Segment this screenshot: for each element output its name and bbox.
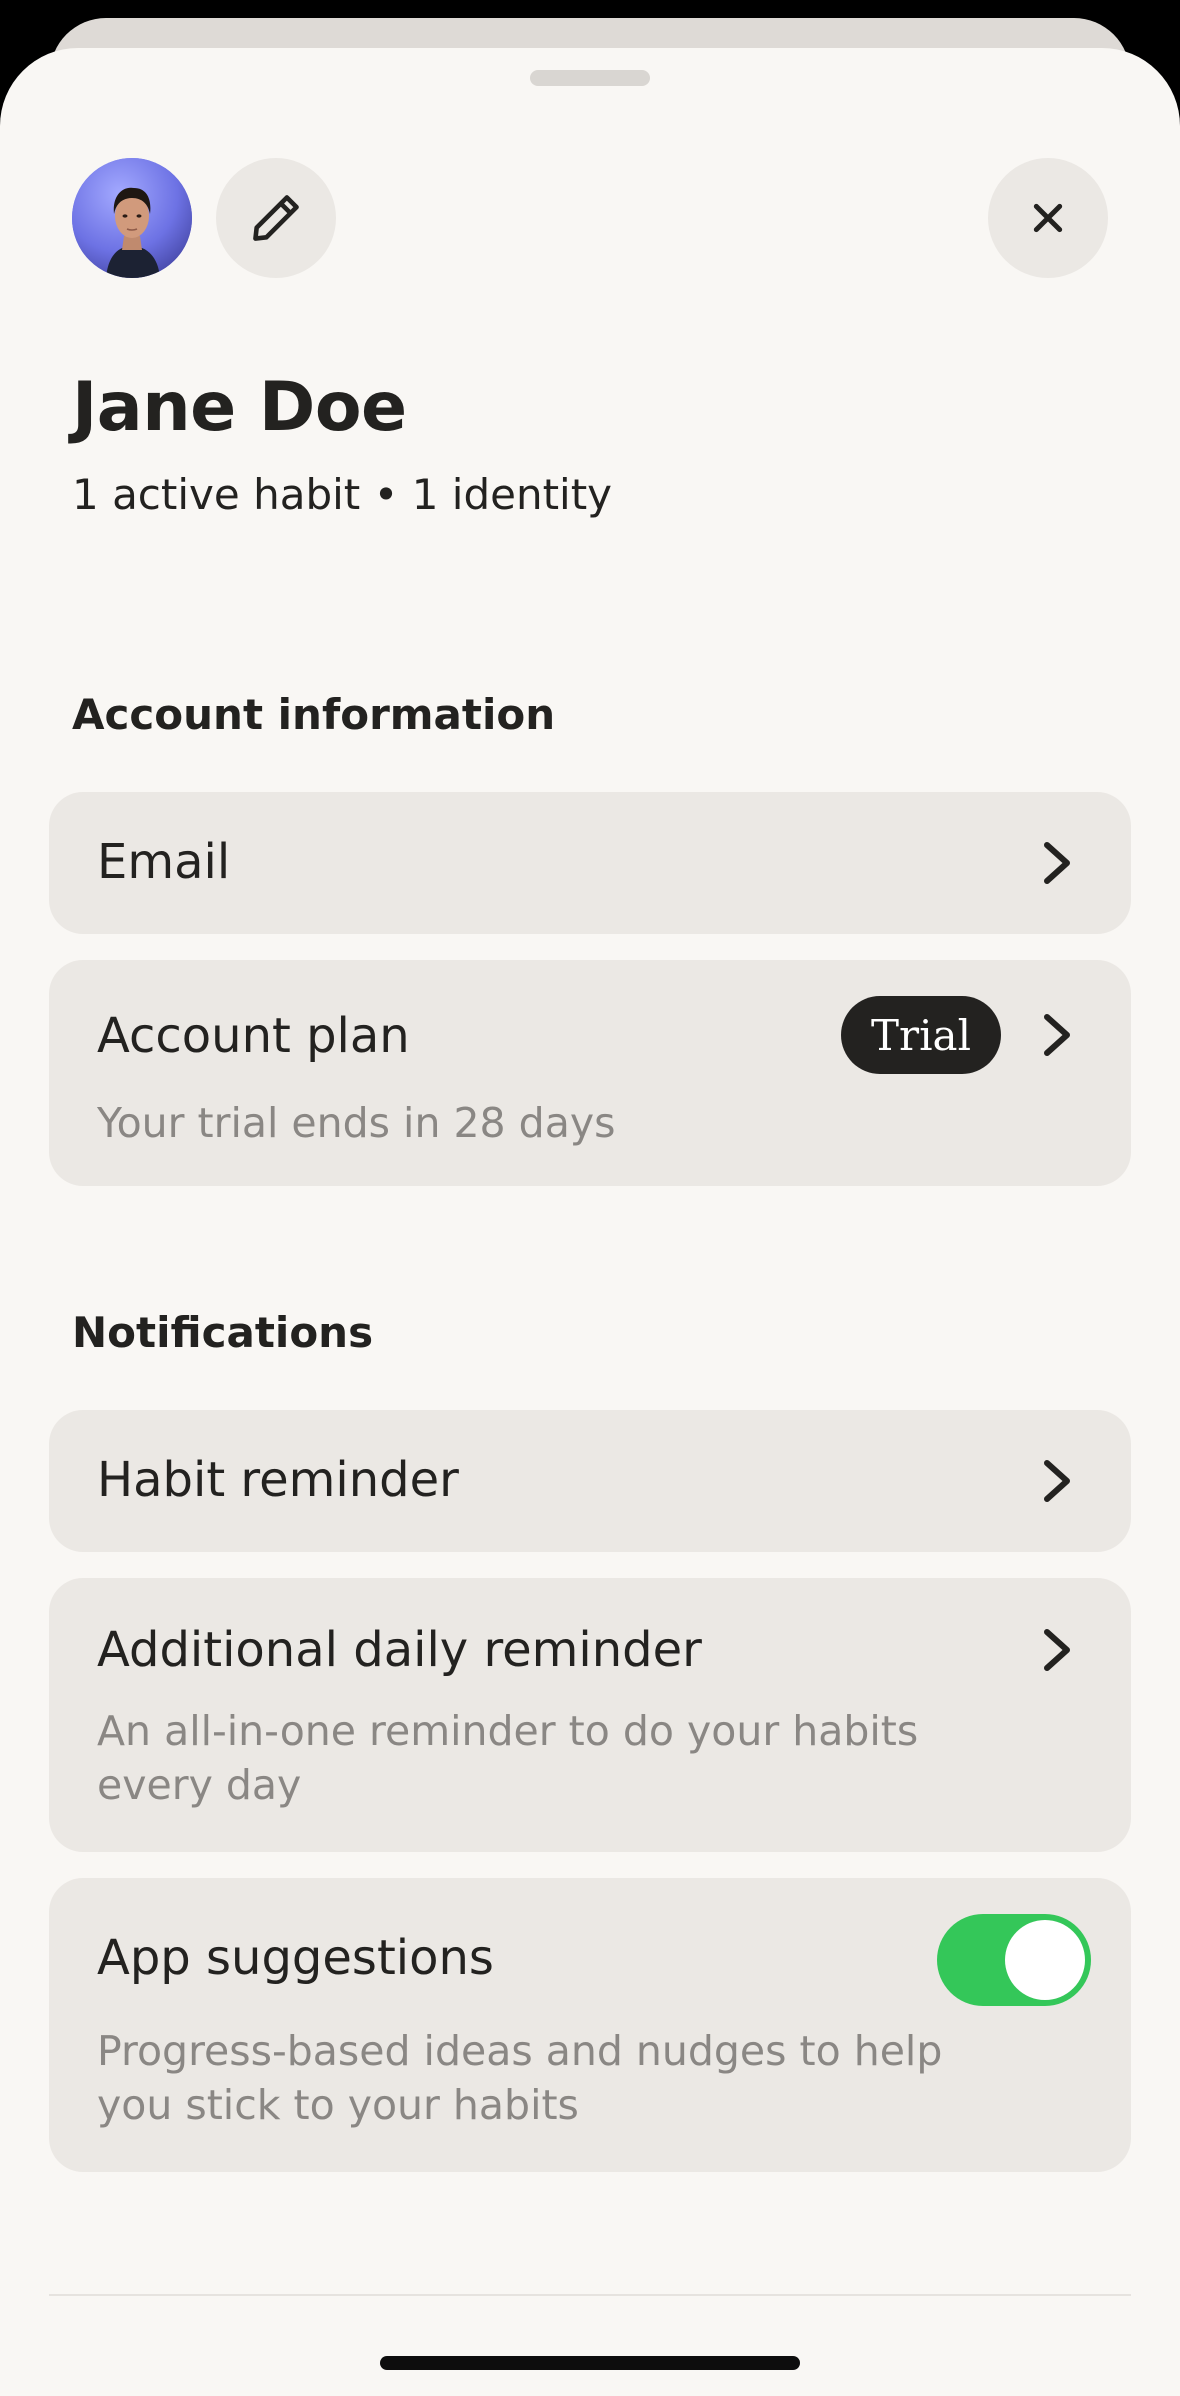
- app-suggestions-subtitle: Progress-based ideas and nudges to help …: [97, 2027, 943, 2129]
- app-suggestions-label: App suggestions: [97, 1930, 494, 1986]
- toggle-knob: [1005, 1920, 1085, 2000]
- user-photo: [72, 158, 192, 278]
- close-icon: [1033, 203, 1063, 233]
- habit-reminder-label: Habit reminder: [97, 1452, 459, 1508]
- account-plan-subtitle: Your trial ends in 28 days: [97, 1099, 616, 1147]
- notifications-section-title: Notifications: [72, 1308, 374, 1357]
- app-suggestions-toggle[interactable]: [937, 1914, 1091, 2006]
- chevron-right-icon: [1044, 1460, 1070, 1502]
- email-label: Email: [97, 834, 231, 890]
- chevron-right-icon: [1044, 842, 1070, 884]
- daily-reminder-row[interactable]: Additional daily reminder An all-in-one …: [49, 1578, 1131, 1852]
- daily-reminder-label: Additional daily reminder: [97, 1622, 702, 1678]
- pencil-icon: [253, 195, 299, 241]
- screen: Jane Doe 1 active habit • 1 identity Acc…: [0, 0, 1180, 2396]
- email-row[interactable]: Email: [49, 792, 1131, 934]
- edit-profile-button[interactable]: [216, 158, 336, 278]
- chevron-right-icon: [1044, 1629, 1070, 1671]
- avatar[interactable]: [72, 158, 192, 278]
- account-plan-label: Account plan: [97, 1008, 410, 1064]
- account-section-title: Account information: [72, 690, 556, 739]
- habit-reminder-row[interactable]: Habit reminder: [49, 1410, 1131, 1552]
- daily-reminder-subtitle: An all-in-one reminder to do your habits…: [97, 1707, 919, 1809]
- chevron-right-icon: [1044, 1014, 1070, 1056]
- divider: [49, 2294, 1131, 2296]
- close-button[interactable]: [988, 158, 1108, 278]
- profile-name: Jane Doe: [72, 368, 407, 447]
- plan-badge: Trial: [841, 996, 1001, 1074]
- account-plan-row[interactable]: Account plan Trial Your trial ends in 28…: [49, 960, 1131, 1186]
- app-suggestions-row: App suggestions Progress-based ideas and…: [49, 1878, 1131, 2172]
- sheet-grabber[interactable]: [530, 70, 650, 86]
- profile-stats: 1 active habit • 1 identity: [72, 470, 613, 519]
- home-indicator[interactable]: [380, 2356, 800, 2370]
